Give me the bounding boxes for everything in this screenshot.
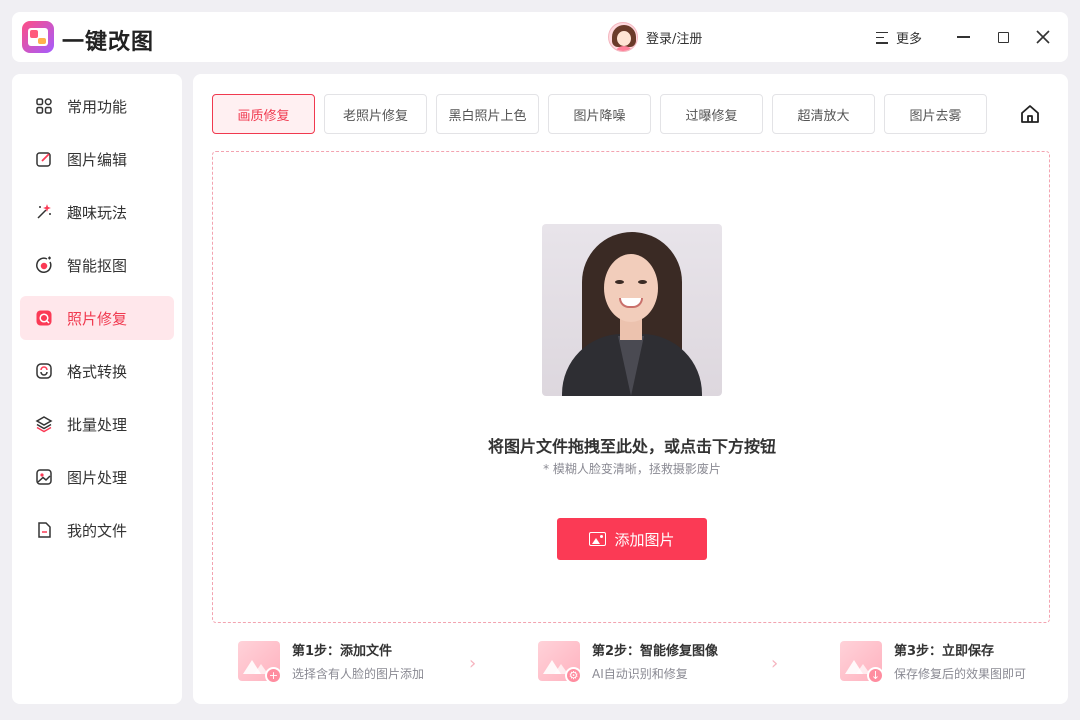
- step-1: + 第1步：添加文件 选择含有人脸的图片添加: [238, 640, 425, 684]
- drop-zone-title: 将图片文件拖拽至此处，或点击下方按钮: [487, 437, 776, 456]
- edit-icon: [35, 150, 53, 168]
- tab-dehaze[interactable]: 图片去雾: [884, 94, 987, 134]
- grid-icon: [35, 97, 53, 115]
- sample-photo: [542, 224, 722, 396]
- steps-guide: + 第1步：添加文件 选择含有人脸的图片添加 › ⚙ 第2步：智能修复图像 AI…: [193, 640, 1068, 690]
- sidebar-item-cutout[interactable]: 智能抠图: [20, 243, 174, 287]
- add-image-label: 添加图片: [614, 530, 675, 549]
- sidebar-item-common[interactable]: 常用功能: [20, 84, 174, 128]
- tab-denoise[interactable]: 图片降噪: [548, 94, 651, 134]
- sidebar-item-label: 趣味玩法: [67, 203, 128, 222]
- function-tabs: 画质修复 老照片修复 黑白照片上色 图片降噪 过曝修复 超清放大 图片去雾: [212, 94, 987, 134]
- app-logo-icon: [22, 21, 54, 53]
- sidebar-item-batch[interactable]: 批量处理: [20, 402, 174, 446]
- minimize-icon: [956, 36, 970, 38]
- sidebar-item-label: 图片处理: [67, 468, 128, 487]
- maximize-icon: [997, 31, 1009, 43]
- sidebar-item-label: 批量处理: [67, 415, 128, 434]
- sidebar-item-label: 智能抠图: [67, 256, 128, 275]
- minimize-button[interactable]: [951, 25, 975, 49]
- avatar[interactable]: [608, 22, 638, 52]
- maximize-button[interactable]: [991, 25, 1015, 49]
- step-desc: AI自动识别和修复: [592, 667, 688, 681]
- login-link[interactable]: 登录/注册: [646, 28, 702, 47]
- drop-zone-subtitle: * 模糊人脸变清晰，拯救摄影废片: [543, 462, 721, 476]
- tab-bw-colorize[interactable]: 黑白照片上色: [436, 94, 539, 134]
- sidebar-item-fun[interactable]: 趣味玩法: [20, 190, 174, 234]
- more-label: 更多: [896, 32, 923, 47]
- sidebar: 常用功能 图片编辑 趣味玩法 智能抠图 照片修复 格式转换 批量处理 图片处理 …: [12, 74, 182, 704]
- magic-wand-icon: [35, 203, 53, 221]
- step-desc: 保存修复后的效果图即可: [894, 667, 1027, 681]
- add-file-icon: +: [238, 641, 282, 684]
- chevron-right-icon: ›: [469, 653, 477, 674]
- tab-upscale[interactable]: 超清放大: [772, 94, 875, 134]
- image-icon: [35, 468, 53, 486]
- step-3: ↓ 第3步：立即保存 保存修复后的效果图即可: [840, 640, 1027, 684]
- sidebar-item-my-files[interactable]: 我的文件: [20, 508, 174, 552]
- menu-icon: [876, 31, 888, 44]
- sidebar-item-label: 图片编辑: [67, 150, 128, 169]
- tab-old-photo-repair[interactable]: 老照片修复: [324, 94, 427, 134]
- save-icon: ↓: [840, 641, 884, 684]
- sidebar-item-edit[interactable]: 图片编辑: [20, 137, 174, 181]
- chevron-right-icon: ›: [771, 653, 779, 674]
- more-menu-button[interactable]: 更多: [876, 28, 922, 47]
- close-button[interactable]: [1031, 25, 1055, 49]
- sidebar-item-label: 照片修复: [67, 309, 128, 328]
- title-bar: 一键改图 登录/注册 更多: [12, 12, 1068, 62]
- smart-repair-icon: ⚙: [538, 641, 582, 684]
- image-icon: [589, 532, 607, 546]
- step-2: ⚙ 第2步：智能修复图像 AI自动识别和修复: [538, 640, 719, 684]
- step-title: 第1步：添加文件: [292, 644, 393, 659]
- sidebar-item-format[interactable]: 格式转换: [20, 349, 174, 393]
- main-panel: 画质修复 老照片修复 黑白照片上色 图片降噪 过曝修复 超清放大 图片去雾 将图…: [193, 74, 1068, 704]
- target-icon: [35, 256, 53, 274]
- sidebar-item-photo-repair[interactable]: 照片修复: [20, 296, 174, 340]
- repair-icon: [35, 309, 53, 327]
- step-title: 第3步：立即保存: [894, 644, 995, 659]
- add-image-button[interactable]: 添加图片: [557, 518, 707, 560]
- sidebar-item-label: 常用功能: [67, 97, 128, 116]
- convert-icon: [35, 362, 53, 380]
- sidebar-item-image-process[interactable]: 图片处理: [20, 455, 174, 499]
- sidebar-item-label: 我的文件: [67, 521, 128, 540]
- login-area[interactable]: 登录/注册: [608, 22, 702, 52]
- sidebar-item-label: 格式转换: [67, 362, 128, 381]
- step-desc: 选择含有人脸的图片添加: [292, 667, 425, 681]
- home-icon[interactable]: [1019, 103, 1041, 125]
- tab-quality-repair[interactable]: 画质修复: [212, 94, 315, 134]
- step-title: 第2步：智能修复图像: [592, 644, 719, 659]
- app-title: 一键改图: [62, 30, 155, 55]
- drop-zone[interactable]: 将图片文件拖拽至此处，或点击下方按钮 * 模糊人脸变清晰，拯救摄影废片 添加图片: [212, 151, 1050, 623]
- tab-overexposure-repair[interactable]: 过曝修复: [660, 94, 763, 134]
- close-icon: [1036, 30, 1050, 44]
- file-icon: [35, 521, 53, 539]
- layers-icon: [35, 415, 53, 433]
